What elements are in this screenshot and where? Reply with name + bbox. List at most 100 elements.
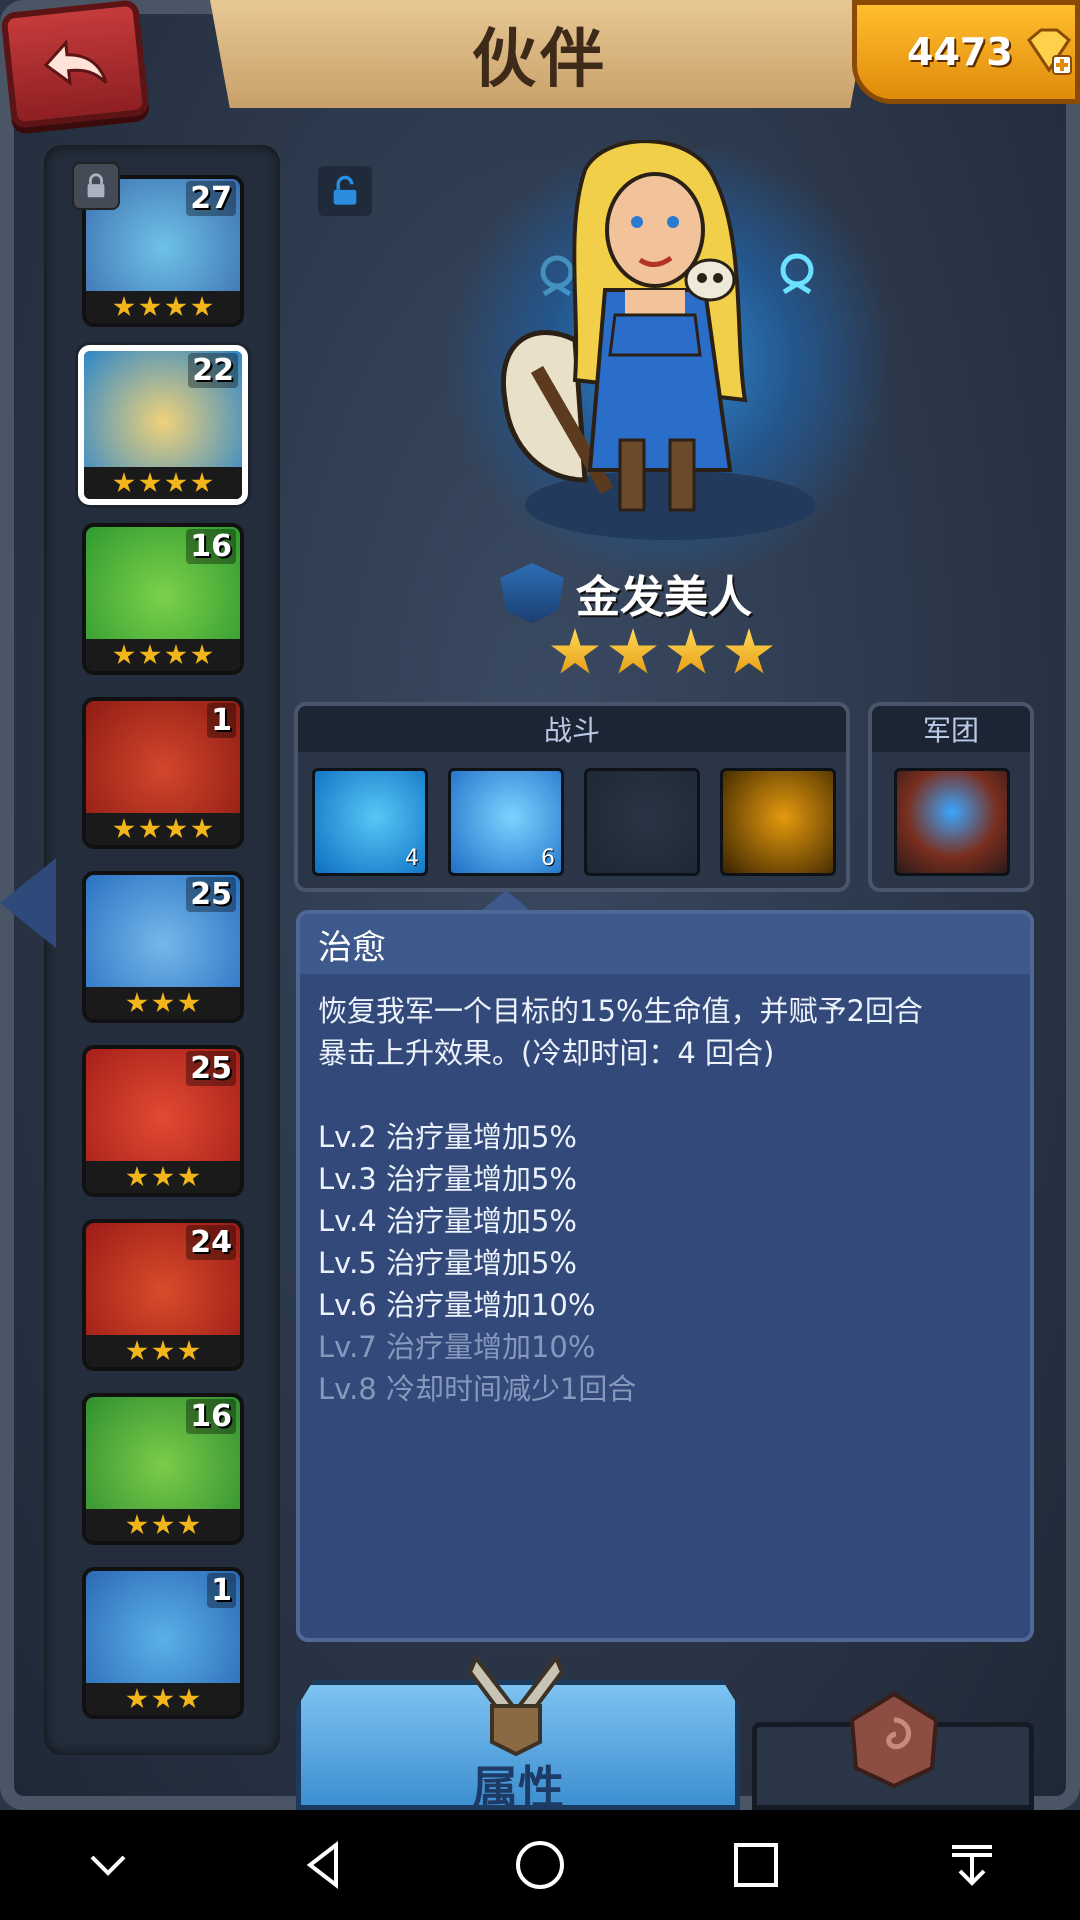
star-icon [139, 818, 161, 839]
hero-card[interactable]: 1 [82, 697, 244, 849]
hero-portrait [501, 140, 748, 512]
hero-level: 1 [207, 1573, 236, 1608]
page-title: 伙伴 [472, 23, 608, 97]
star-icon [191, 818, 213, 839]
skill-description: 暴击上升效果。(冷却时间：4 回合) [318, 1036, 775, 1070]
lock-icon [72, 162, 120, 210]
system-navbar [0, 1810, 1080, 1920]
legion-skills-panel: 军团 [868, 702, 1034, 892]
hero-level: 24 [186, 1225, 236, 1260]
hero-card[interactable]: 16 [82, 1393, 244, 1545]
star-icon [152, 1340, 174, 1361]
hero-card-stars [86, 1161, 240, 1193]
star-icon [725, 628, 773, 674]
hero-card[interactable]: 1 [82, 1567, 244, 1719]
diamond-plus-icon[interactable] [1021, 26, 1073, 78]
hero-name-row: 金发美人 [500, 560, 752, 626]
hero-card[interactable]: 25 [82, 1045, 244, 1197]
star-icon [165, 818, 187, 839]
star-icon [551, 628, 599, 674]
skill-level-bonus: Lv.8 冷却时间减少1回合 [318, 1372, 637, 1406]
hero-card-stars [86, 987, 240, 1019]
home-circle-icon[interactable] [500, 1825, 580, 1905]
hero-level: 22 [188, 353, 238, 388]
skill-level-bonus: Lv.7 治疗量增加10% [318, 1330, 596, 1364]
battle-panel-title: 战斗 [298, 706, 846, 752]
star-icon [139, 296, 161, 317]
hero-name: 金发美人 [576, 572, 752, 623]
hero-card[interactable]: 25 [82, 871, 244, 1023]
star-icon [178, 1514, 200, 1535]
helmet-skill-icon[interactable] [720, 768, 836, 876]
star-icon [126, 1340, 148, 1361]
shaman-skill-icon[interactable] [894, 768, 1010, 876]
hero-card-stars [86, 1683, 240, 1715]
hero-card-stars [86, 813, 240, 845]
unlock-icon[interactable] [318, 166, 372, 216]
hero-card[interactable]: 24 [82, 1219, 244, 1371]
hero-level: 16 [186, 1399, 236, 1434]
star-icon [113, 296, 135, 317]
star-icon [126, 992, 148, 1013]
star-icon [152, 992, 174, 1013]
hero-card-stars [86, 639, 240, 671]
back-arrow-icon [43, 39, 108, 86]
recents-square-icon[interactable] [716, 1825, 796, 1905]
hero-star-rating [550, 628, 774, 678]
hero-card-stars [86, 1335, 240, 1367]
star-icon [178, 1340, 200, 1361]
hero-card-stars [86, 1509, 240, 1541]
skill-level-bonus: Lv.5 治疗量增加5% [318, 1246, 577, 1280]
star-icon [152, 1166, 174, 1187]
skill-level: 4 [405, 846, 419, 871]
star-icon [191, 644, 213, 665]
star-icon [113, 472, 135, 493]
heal-hand-skill-icon[interactable]: 6 [448, 768, 564, 876]
star-icon [126, 1514, 148, 1535]
skill-description: 恢复我军一个目标的15%生命值，并赋予2回合 [318, 994, 923, 1028]
star-icon [178, 1688, 200, 1709]
battle-skills-panel: 战斗 4 6 [294, 702, 850, 892]
star-icon [152, 1688, 174, 1709]
hero-card-stars [84, 467, 242, 499]
hero-list[interactable]: 27 22 16 1 25 25 24 16 1 [44, 145, 280, 1755]
star-icon [139, 644, 161, 665]
download-icon[interactable] [932, 1825, 1012, 1905]
star-icon [178, 1166, 200, 1187]
star-icon [113, 818, 135, 839]
star-icon [152, 1514, 174, 1535]
star-icon [178, 992, 200, 1013]
skill-pointer [480, 890, 532, 912]
crossed-swords-icon [467, 1654, 565, 1757]
faction-emblem-icon [500, 563, 564, 623]
hero-level: 25 [186, 1051, 236, 1086]
star-icon [165, 472, 187, 493]
skill-level-bonus: Lv.6 治疗量增加10% [318, 1288, 596, 1322]
rune-stone-icon[interactable] [844, 1690, 944, 1790]
star-icon [126, 1688, 148, 1709]
back-triangle-icon[interactable] [284, 1825, 364, 1905]
hero-level: 16 [186, 529, 236, 564]
star-icon [165, 296, 187, 317]
gem-count: 4473 [907, 30, 1013, 74]
hero-level: 27 [186, 181, 236, 216]
hero-card[interactable]: 16 [82, 523, 244, 675]
skill-level: 6 [541, 846, 555, 871]
hero-level: 1 [207, 703, 236, 738]
gem-counter[interactable]: 4473 [852, 0, 1080, 104]
locked-rune-skill-icon[interactable] [584, 768, 700, 876]
collapse-icon[interactable] [68, 1825, 148, 1905]
star-icon [609, 628, 657, 674]
star-icon [191, 472, 213, 493]
legion-panel-title: 军团 [872, 706, 1030, 752]
star-icon [126, 1166, 148, 1187]
skill-title: 治愈 [300, 914, 1030, 974]
star-icon [139, 472, 161, 493]
back-button[interactable] [0, 0, 150, 129]
skill-level-bonus: Lv.2 治疗量增加5% [318, 1120, 577, 1154]
hero-card[interactable]: 22 [78, 345, 248, 505]
hero-level: 25 [186, 877, 236, 912]
skill-level-bonus: Lv.4 治疗量增加5% [318, 1204, 577, 1238]
axe-skill-icon[interactable]: 4 [312, 768, 428, 876]
star-icon [191, 296, 213, 317]
